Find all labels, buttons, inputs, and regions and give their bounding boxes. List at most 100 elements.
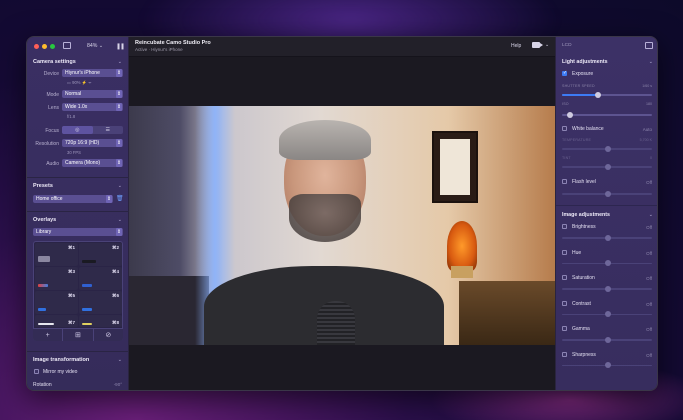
mode-select[interactable]: Normal (62, 90, 123, 98)
shutter-speed-knob[interactable] (595, 91, 601, 98)
zoom-level: 84% (87, 43, 98, 49)
focus-auto-icon[interactable]: ◎ (62, 126, 93, 134)
adjustment-slider[interactable] (562, 285, 652, 292)
help-button[interactable]: Help (511, 43, 521, 49)
resolution-label: Resolution (35, 141, 59, 147)
adjustment-checkbox[interactable] (562, 249, 567, 255)
chevron-down-icon[interactable]: ⌄ (118, 183, 122, 189)
zoom-window-button[interactable] (50, 44, 55, 49)
overlay-shortcut: ⌘8 (111, 320, 119, 325)
adjustment-value: Off (646, 250, 652, 256)
adjustment-label: Gamma (572, 326, 590, 332)
chevron-down-icon[interactable]: ⌄ (118, 217, 122, 223)
overlay-slot-1[interactable]: ⌘1 (35, 243, 78, 266)
flash-level-checkbox[interactable] (562, 179, 567, 184)
adjustment-knob[interactable] (605, 234, 611, 241)
preset-select[interactable]: Home office (33, 195, 113, 203)
adjustment-checkbox[interactable] (562, 300, 567, 306)
iso-slider[interactable] (562, 111, 652, 118)
hide-overlay-icon[interactable]: ⊘ (94, 329, 123, 341)
minimize-window-button[interactable] (42, 44, 47, 49)
title-bar: Reincubate Camo Studio Pro Active · Hiyn… (129, 37, 555, 57)
chevron-down-icon[interactable]: ⌄ (649, 59, 653, 65)
adjustment-knob[interactable] (605, 260, 611, 267)
shutter-speed-slider[interactable] (562, 91, 652, 98)
rotation-value[interactable]: -90° (114, 382, 122, 387)
temperature-slider[interactable] (562, 145, 652, 152)
pause-icon[interactable]: ❚❚ (116, 43, 125, 50)
zoom-level-menu[interactable]: 84% ⌄ (87, 43, 103, 49)
iso-knob[interactable] (567, 111, 574, 118)
adjustment-value: Off (646, 352, 652, 358)
overlay-slot-4[interactable]: ⌘4 (79, 267, 122, 290)
adjustment-slider[interactable] (562, 362, 652, 369)
overlay-slot-3[interactable]: ⌘3 (35, 267, 78, 290)
inspector-toggle-icon[interactable] (645, 42, 653, 49)
chevron-down-icon[interactable]: ⌄ (118, 357, 122, 363)
overlay-shortcut: ⌘5 (67, 293, 75, 298)
adjustment-value: Off (646, 301, 652, 307)
adjustment-slider[interactable] (562, 260, 652, 267)
delete-preset-icon[interactable]: 🗑 (116, 195, 124, 203)
camera-preview[interactable] (129, 106, 555, 345)
divider (27, 211, 129, 212)
resolution-select[interactable]: 720p 16:9 (HD) (62, 139, 123, 147)
adjustment-slider[interactable] (562, 234, 652, 241)
app-subtitle: Active · Hiynur's iPhone (135, 47, 183, 52)
overlay-slot-7[interactable]: ⌘7 (35, 315, 78, 327)
audio-select[interactable]: Camera (Mono) (62, 159, 123, 167)
tint-slider[interactable] (562, 163, 652, 170)
preview-microphone (317, 301, 355, 345)
overlay-thumbnail (82, 284, 92, 287)
adjustment-checkbox[interactable] (562, 224, 567, 229)
adjustment-value: Off (646, 225, 652, 230)
close-window-button[interactable] (34, 44, 39, 49)
exposure-checkbox[interactable] (562, 70, 567, 76)
adjustment-knob[interactable] (605, 285, 611, 292)
tint-label: TINT (562, 156, 571, 160)
overlay-grid-icon[interactable]: ⊞ (63, 329, 94, 341)
lens-select[interactable]: Wide 1.0x (62, 103, 123, 111)
lcd-label: LCD (562, 43, 572, 48)
sidebar-toggle-icon[interactable] (63, 42, 71, 49)
chevron-down-icon[interactable]: ⌄ (118, 59, 122, 65)
device-select[interactable]: Hiynur's iPhone (62, 69, 123, 77)
overlay-slot-2[interactable]: ⌘2 (79, 243, 122, 266)
flash-level-slider[interactable] (562, 190, 652, 197)
focus-segmented-control[interactable]: ◎ ☰ (62, 126, 123, 134)
temperature-label: TEMPERATURE (562, 138, 592, 142)
app-window: 84% ⌄ ❚❚ Camera settings ⌄ Device Hiynur… (26, 36, 658, 391)
overlay-thumbnail (38, 284, 48, 287)
adjustment-label: Sharpness (572, 351, 596, 358)
adjustment-slider[interactable] (562, 336, 652, 343)
adjustment-checkbox[interactable] (562, 275, 567, 280)
adjustment-slider[interactable] (562, 311, 652, 318)
mirror-checkbox[interactable] (34, 369, 39, 374)
overlay-slot-8[interactable]: ⌘8 (79, 315, 122, 327)
adjustment-knob[interactable] (605, 362, 611, 369)
video-stage (129, 57, 555, 390)
preview-person-hair (279, 120, 371, 160)
adjustment-checkbox[interactable] (562, 326, 567, 331)
divider (27, 177, 129, 178)
flash-level-knob[interactable] (605, 190, 611, 197)
battery-level: 90% (72, 80, 81, 85)
adjustment-checkbox[interactable] (562, 351, 567, 357)
focus-manual-icon[interactable]: ☰ (93, 126, 124, 134)
add-overlay-icon[interactable]: + (33, 329, 64, 341)
divider (556, 205, 657, 206)
adjustment-knob[interactable] (605, 336, 611, 343)
overlay-shortcut: ⌘7 (67, 320, 75, 325)
chevron-down-icon[interactable]: ⌄ (649, 212, 653, 218)
mirror-label: Mirror my video (43, 369, 78, 375)
overlay-slot-5[interactable]: ⌘5 (35, 291, 78, 314)
temperature-knob[interactable] (605, 145, 611, 152)
overlay-library-select[interactable]: Library (33, 228, 123, 236)
tint-knob[interactable] (605, 163, 611, 170)
chevron-down-icon[interactable]: ⌄ (545, 42, 549, 48)
video-camera-icon[interactable] (532, 42, 543, 48)
image-transformation-title: Image transformation (33, 357, 90, 363)
white-balance-checkbox[interactable] (562, 126, 567, 131)
overlay-slot-6[interactable]: ⌘6 (79, 291, 122, 314)
adjustment-knob[interactable] (605, 311, 611, 318)
